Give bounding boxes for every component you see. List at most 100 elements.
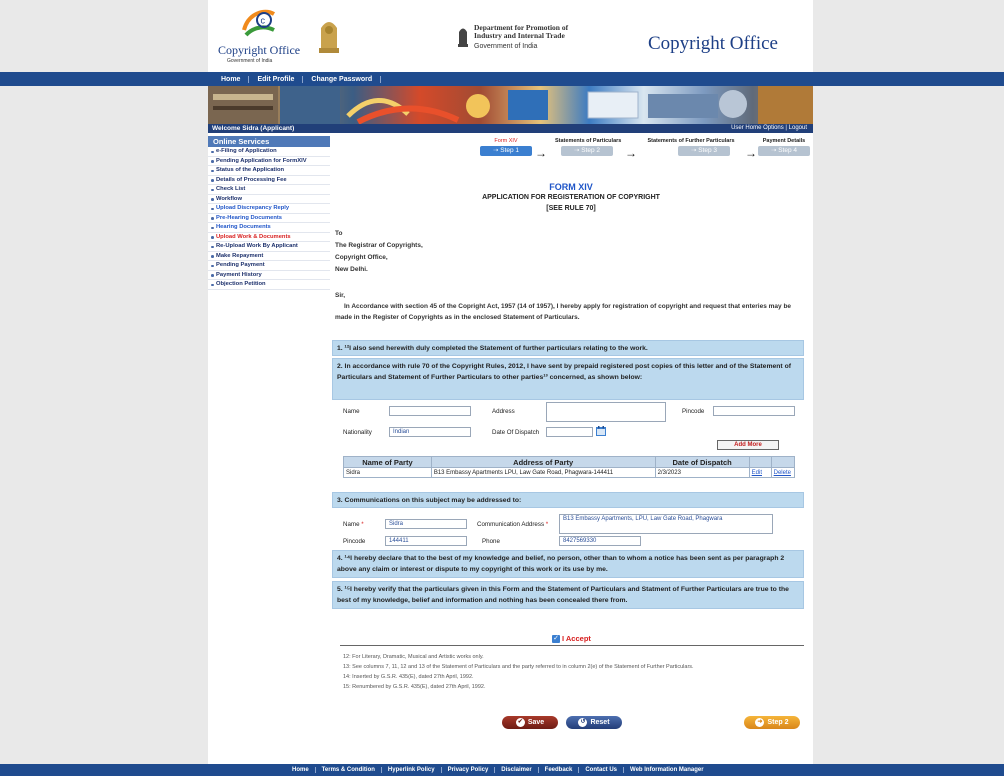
banner-collage-icon xyxy=(208,86,813,124)
footnote-13: 13: See columns 7, 11, 12 and 13 of the … xyxy=(343,664,694,670)
party-address-textarea[interactable] xyxy=(546,402,666,422)
edit-link[interactable]: Edit xyxy=(752,470,762,476)
online-services-sidebar: Online Services e-Filing of Application … xyxy=(208,136,330,736)
sidebar-item-efiling[interactable]: e-Filing of Application xyxy=(208,147,330,157)
sidebar-item-workflow[interactable]: Workflow xyxy=(208,195,330,204)
sidebar-item-payment-history[interactable]: Payment History xyxy=(208,271,330,280)
dispatch-date-label: Date Of Dispatch xyxy=(492,429,540,436)
accept-label: I Accept xyxy=(562,634,591,643)
to-line: The Registrar of Copyrights, xyxy=(335,242,423,249)
step-1[interactable]: Form XIV ➝ Step 1 xyxy=(480,138,532,156)
checkbox-checked-icon[interactable]: ✓ xyxy=(552,634,560,643)
footnote-15: 15: Renumbered by G.S.R. 435(E), dated 2… xyxy=(343,684,486,690)
step-4-button[interactable]: ➝ Step 4 xyxy=(758,146,810,156)
nationality-input[interactable]: Indian xyxy=(389,427,471,437)
party-pincode-input[interactable] xyxy=(713,406,795,416)
step-2-label: Statements of Particulars xyxy=(555,138,622,144)
site-title: Copyright Office xyxy=(648,33,778,54)
footer-home-link[interactable]: Home xyxy=(286,767,316,773)
dispatch-date-input[interactable] xyxy=(546,427,593,437)
comm-pincode-label: Pincode xyxy=(343,538,366,545)
item-3-box: 3. Communications on this subject may be… xyxy=(332,492,804,508)
sidebar-item-pending-application[interactable]: Pending Application for FormXIV xyxy=(208,157,330,166)
step-2-button[interactable]: ➝ Step 2 xyxy=(561,146,613,156)
welcome-text: Welcome Sidra (Applicant) xyxy=(212,125,295,132)
add-more-button[interactable]: Add More xyxy=(717,440,779,450)
sidebar-item-pending-payment[interactable]: Pending Payment xyxy=(208,261,330,271)
sidebar-item-upload-work[interactable]: Upload Work & Documents xyxy=(208,233,330,242)
top-nav-bar: Home Edit Profile Change Password xyxy=(0,72,1004,86)
footer-terms-link[interactable]: Terms & Condition xyxy=(316,767,382,773)
copyright-swirl-icon: c xyxy=(242,9,276,37)
footer-hyperlink-policy-link[interactable]: Hyperlink Policy xyxy=(382,767,442,773)
nationality-label: Nationality xyxy=(343,429,372,436)
col-date-of-dispatch: Date of Dispatch xyxy=(654,456,750,468)
table-row: Sidra B13 Embassy Apartments LPU, Law Ga… xyxy=(343,467,796,478)
welcome-bar: Welcome Sidra (Applicant) User Home Opti… xyxy=(208,124,813,133)
step-4[interactable]: Payment Details ➝ Step 4 xyxy=(758,138,810,156)
comm-pincode-input[interactable]: 144411 xyxy=(385,536,467,546)
step-3[interactable]: Statements of Further Particulars ➝ Step… xyxy=(642,138,740,156)
sidebar-item-check-list[interactable]: Check List xyxy=(208,185,330,195)
nav-edit-profile-link[interactable]: Edit Profile xyxy=(249,75,304,83)
footer-web-info-manager-link[interactable]: Web Information Manager xyxy=(624,767,710,773)
address-label: Address xyxy=(492,408,515,415)
arrow-right-icon: → xyxy=(745,146,757,160)
arrow-right-icon: → xyxy=(535,146,547,160)
nav-change-password-link[interactable]: Change Password xyxy=(303,75,382,83)
footnote-12: 12: For Literary, Dramatic, Musical and … xyxy=(343,654,484,660)
item-5-box: 5. ¹⁵I hereby verify that the particular… xyxy=(332,581,804,609)
to-line: Copyright Office, xyxy=(335,254,388,261)
footer-contact-link[interactable]: Contact Us xyxy=(579,767,625,773)
step-3-button[interactable]: ➝ Step 3 xyxy=(678,146,730,156)
footer-feedback-link[interactable]: Feedback xyxy=(539,767,580,773)
comm-name-input[interactable]: Sidra xyxy=(385,519,467,529)
comm-address-textarea[interactable]: B13 Embassy Apartments, LPU, Law Gate Ro… xyxy=(559,514,773,534)
party-name-input[interactable] xyxy=(389,406,471,416)
divider xyxy=(340,645,804,646)
to-line: To xyxy=(335,230,343,237)
name-label: Name xyxy=(343,408,360,415)
sidebar-item-objection-petition[interactable]: Objection Petition xyxy=(208,280,330,290)
save-icon: ✔ xyxy=(515,717,525,727)
nav-home-link[interactable]: Home xyxy=(208,75,250,83)
reset-button[interactable]: ↺ Reset xyxy=(566,716,622,729)
comm-phone-input[interactable]: 8427569330 xyxy=(559,536,641,546)
delete-link[interactable]: Delete xyxy=(774,470,791,476)
save-button[interactable]: ✔ Save xyxy=(502,716,558,729)
party-address-cell: B13 Embassy Apartments LPU, Law Gate Roa… xyxy=(430,467,656,478)
step-2[interactable]: Statements of Particulars ➝ Step 2 xyxy=(555,138,622,156)
accept-checkbox-row[interactable]: ✓ I Accept xyxy=(552,634,591,643)
col-delete xyxy=(770,456,796,468)
calendar-icon[interactable] xyxy=(596,426,606,436)
sidebar-item-hearing[interactable]: Hearing Documents xyxy=(208,223,330,233)
svg-text:c: c xyxy=(261,16,266,26)
party-name-cell: Sidra xyxy=(343,467,432,478)
footer-privacy-policy-link[interactable]: Privacy Policy xyxy=(442,767,496,773)
next-arrow-icon: ➜ xyxy=(755,717,765,727)
step-1-label: Form XIV xyxy=(494,138,518,144)
to-line: New Delhi. xyxy=(335,266,368,273)
sidebar-item-reupload-work[interactable]: Re-Upload Work By Applicant xyxy=(208,242,330,252)
sidebar-item-processing-fee[interactable]: Details of Processing Fee xyxy=(208,176,330,185)
sidebar-item-make-repayment[interactable]: Make Repayment xyxy=(208,252,330,261)
sidebar-item-upload-discrepancy[interactable]: Upload Discrepancy Reply xyxy=(208,204,330,214)
header-banner-image xyxy=(208,86,813,124)
footnote-14: 14: Inserted by G.S.R. 435(E), dated 27t… xyxy=(343,674,474,680)
sidebar-item-pre-hearing[interactable]: Pre-Hearing Documents xyxy=(208,214,330,223)
footer-disclaimer-link[interactable]: Disclaimer xyxy=(495,767,539,773)
ashoka-emblem-icon xyxy=(458,28,468,47)
dpiit-logo[interactable]: Department for Promotion of Industry and… xyxy=(456,24,606,54)
arrow-right-icon: → xyxy=(625,146,637,160)
user-options-links[interactable]: User Home Options | Logout xyxy=(731,124,807,133)
copyright-office-logo[interactable]: c Copyright Office Government of India xyxy=(218,8,308,64)
form-subtitle: APPLICATION FOR REGISTERATION OF COPYRIG… xyxy=(482,194,660,201)
intro-paragraph: In Accordance with section 45 of the Cop… xyxy=(335,303,792,321)
col-edit xyxy=(748,456,772,468)
sidebar-item-status[interactable]: Status of the Application xyxy=(208,166,330,176)
next-step-2-button[interactable]: ➜ Step 2 xyxy=(744,716,800,729)
salutation: Sir, xyxy=(335,292,346,299)
party-date-cell: 2/3/2023 xyxy=(654,467,750,478)
step-1-button[interactable]: ➝ Step 1 xyxy=(480,146,532,156)
reset-icon: ↺ xyxy=(578,717,588,727)
